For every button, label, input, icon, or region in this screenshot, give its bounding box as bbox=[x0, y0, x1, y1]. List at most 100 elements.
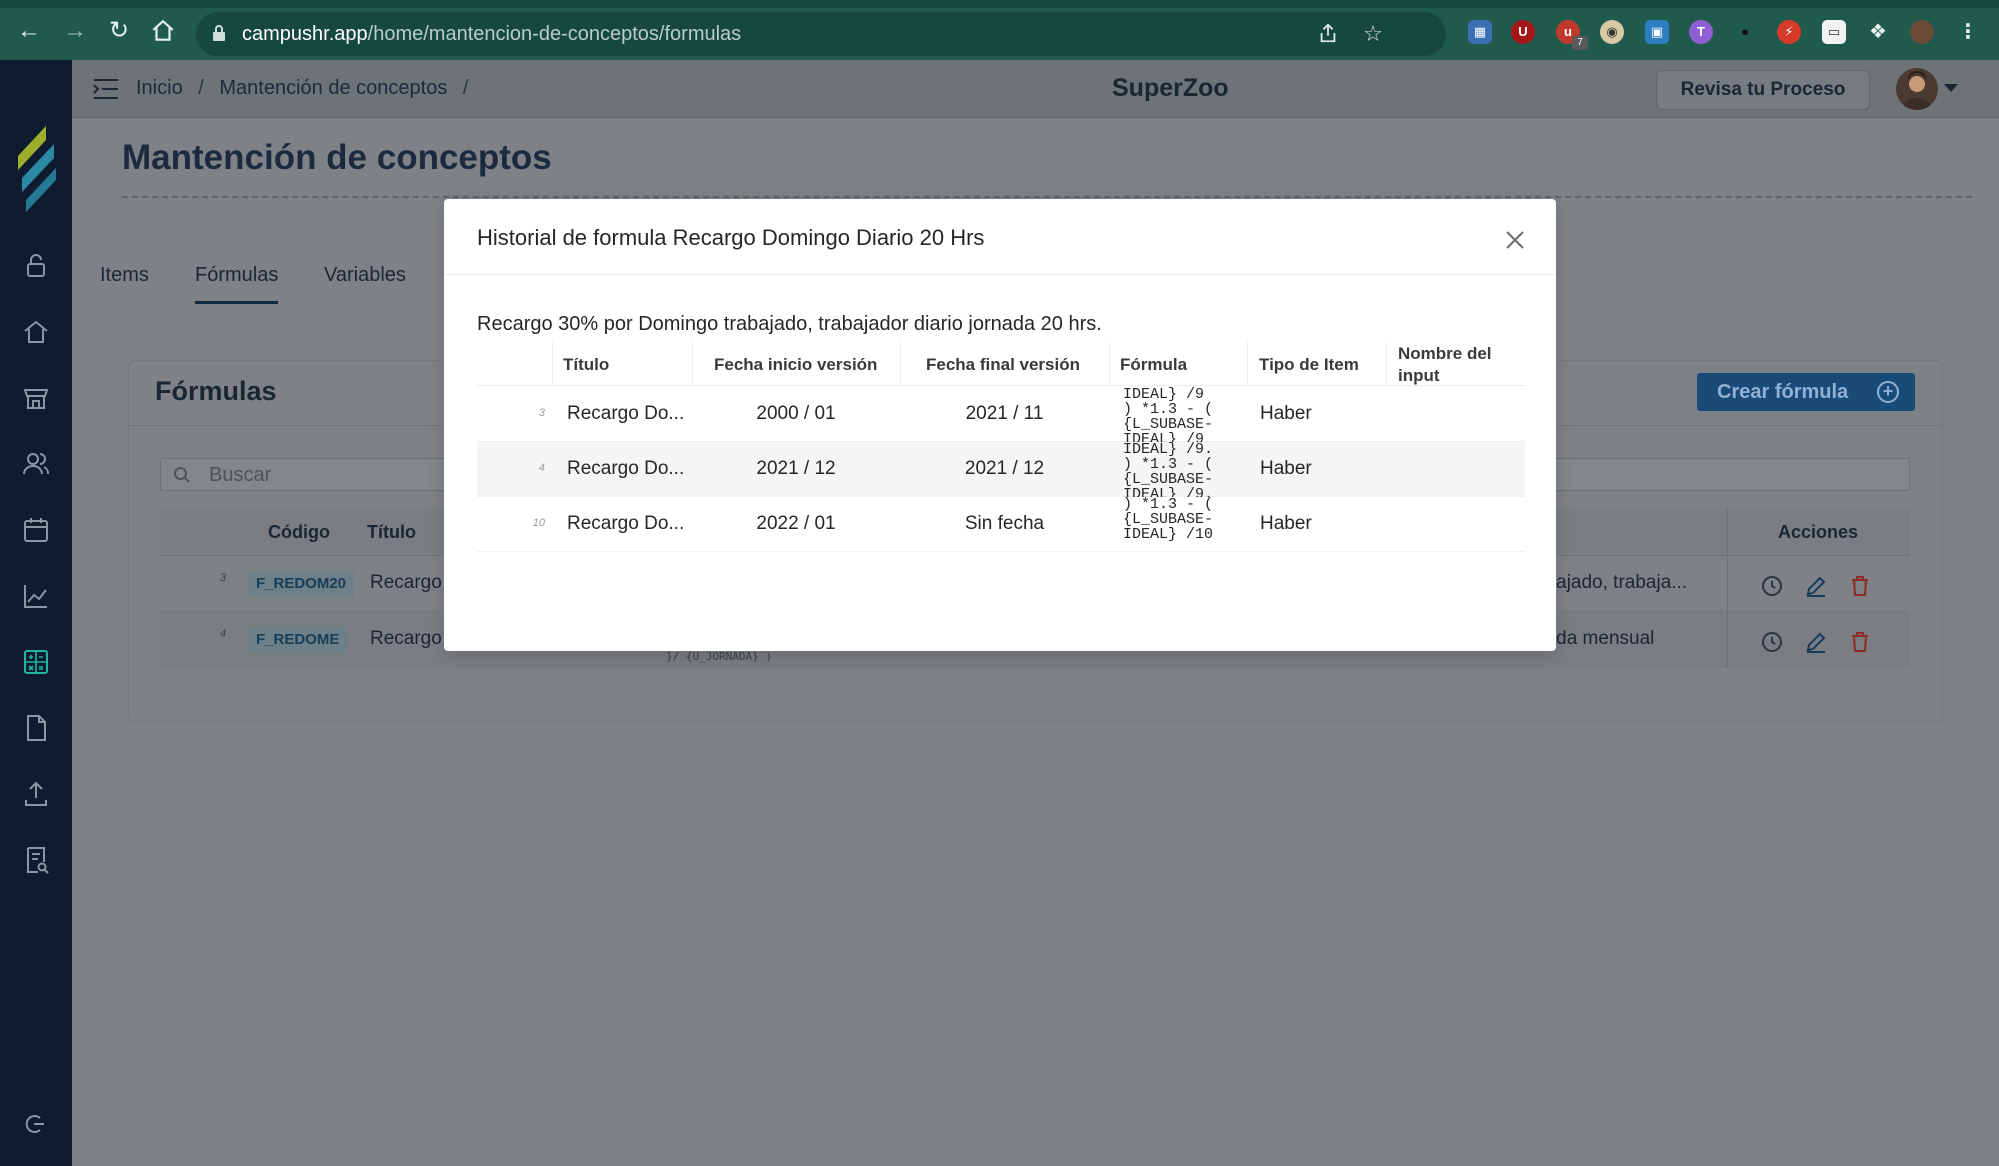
column-divider bbox=[692, 341, 693, 386]
puzzle-icon[interactable]: ❖ bbox=[1866, 20, 1890, 44]
lock-icon bbox=[213, 25, 225, 41]
modal-header: Historial de formula Recargo Domingo Dia… bbox=[444, 199, 1556, 275]
formula-icon[interactable] bbox=[20, 646, 52, 678]
history-row[interactable]: 3 Recargo Do... 2000 / 01 2021 / 11 IDEA… bbox=[477, 387, 1525, 442]
code-badge: F_REDOM20 bbox=[248, 571, 355, 597]
chart-icon[interactable] bbox=[20, 580, 52, 612]
extension-icon-8[interactable]: ⚡ bbox=[1777, 20, 1801, 44]
header-start-date: Fecha inicio versión bbox=[714, 355, 878, 374]
store-icon[interactable] bbox=[20, 382, 52, 414]
breadcrumb-separator: / bbox=[462, 77, 469, 99]
row-description: abajado, trabaja... bbox=[1535, 572, 1688, 593]
row-item-type: Haber bbox=[1260, 458, 1312, 479]
browser-toolbar: ← → ↻ campushr.app/home/mantencion-de-co… bbox=[0, 0, 1999, 60]
breadcrumb-current[interactable]: Mantención de conceptos bbox=[219, 77, 447, 99]
share-icon[interactable] bbox=[1316, 22, 1340, 46]
header-end-date: Fecha final versión bbox=[926, 355, 1080, 374]
more-menu-icon[interactable]: ⋮ bbox=[1956, 20, 1980, 44]
history-row[interactable]: 10 Recargo Do... 2022 / 01 Sin fecha ) *… bbox=[477, 497, 1525, 552]
row-formula: ) *1.3 - ( {L_SUBASE- IDEAL} /10 bbox=[1123, 497, 1214, 543]
row-formula: IDEAL} /9. ) *1.3 - ( {L_SUBASE- IDEAL} … bbox=[1123, 442, 1214, 497]
column-divider bbox=[1386, 341, 1387, 386]
back-icon[interactable]: ← bbox=[14, 16, 44, 46]
plus-circle-icon: + bbox=[1877, 381, 1899, 403]
history-row[interactable]: 4 Recargo Do... 2021 / 12 2021 / 12 IDEA… bbox=[477, 442, 1525, 497]
logout-icon[interactable] bbox=[20, 1108, 52, 1140]
extension-icon-9[interactable]: ▭ bbox=[1822, 20, 1846, 44]
column-divider bbox=[552, 341, 553, 386]
search-icon bbox=[174, 467, 190, 483]
extension-badge: 7 bbox=[1572, 36, 1588, 50]
tab-items[interactable]: Items bbox=[100, 264, 149, 287]
avatar[interactable] bbox=[1896, 68, 1938, 110]
calendar-icon[interactable] bbox=[20, 514, 52, 546]
delete-icon[interactable] bbox=[1848, 630, 1872, 654]
create-formula-button[interactable]: Crear fórmula + bbox=[1697, 373, 1915, 411]
document-icon[interactable] bbox=[20, 712, 52, 744]
history-icon[interactable] bbox=[1760, 574, 1784, 598]
row-formula: IDEAL} /9 ) *1.3 - ( {L_SUBASE- IDEAL} /… bbox=[1123, 387, 1214, 442]
sidebar bbox=[0, 60, 72, 1166]
home-icon[interactable] bbox=[20, 316, 52, 348]
tab-variables[interactable]: Variables bbox=[324, 264, 406, 287]
tab-formulas[interactable]: Fórmulas bbox=[195, 264, 279, 304]
create-formula-label: Crear fórmula bbox=[1717, 381, 1849, 403]
lock-icon[interactable] bbox=[20, 250, 52, 282]
column-divider bbox=[900, 341, 901, 386]
header-title: Título bbox=[367, 522, 416, 542]
upload-icon[interactable] bbox=[20, 778, 52, 810]
row-number: 4 bbox=[538, 462, 545, 474]
users-icon[interactable] bbox=[20, 448, 52, 480]
extension-icon-7[interactable]: ● bbox=[1733, 20, 1757, 44]
app-header: Inicio / Mantención de conceptos / Super… bbox=[72, 60, 1999, 118]
row-number: 10 bbox=[532, 517, 545, 529]
code-badge: F_REDOME bbox=[248, 627, 348, 653]
header-actions: Acciones bbox=[1778, 522, 1859, 542]
title-divider bbox=[122, 196, 1972, 198]
revisa-proceso-button[interactable]: Revisa tu Proceso bbox=[1656, 70, 1870, 110]
actions-column-divider bbox=[1727, 508, 1728, 668]
edit-icon[interactable] bbox=[1804, 574, 1828, 598]
column-divider bbox=[1247, 341, 1248, 386]
header-code: Código bbox=[268, 522, 330, 542]
page-title: Mantención de conceptos bbox=[122, 138, 552, 177]
search-placeholder: Buscar bbox=[209, 464, 272, 486]
extension-icon-5[interactable]: ▣ bbox=[1645, 20, 1669, 44]
breadcrumb-home[interactable]: Inicio bbox=[136, 77, 183, 99]
chevron-down-icon[interactable] bbox=[1944, 84, 1958, 92]
row-title: Recargo Do... bbox=[567, 403, 685, 424]
row-start-date: 2000 / 01 bbox=[756, 403, 836, 424]
breadcrumb: Inicio / Mantención de conceptos / bbox=[136, 77, 478, 100]
formula-history-modal: Historial de formula Recargo Domingo Dia… bbox=[444, 199, 1556, 651]
ublock-icon[interactable]: U bbox=[1511, 20, 1535, 44]
forward-icon[interactable]: → bbox=[60, 16, 90, 46]
row-title: Recargo Do... bbox=[567, 513, 685, 534]
address-bar[interactable]: campushr.app/home/mantencion-de-concepto… bbox=[196, 12, 1446, 56]
delete-icon[interactable] bbox=[1848, 574, 1872, 598]
row-start-date: 2021 / 12 bbox=[756, 458, 836, 479]
menu-toggle-icon[interactable] bbox=[92, 76, 120, 102]
extension-icon-4[interactable]: ◉ bbox=[1600, 20, 1624, 44]
reload-icon[interactable]: ↻ bbox=[104, 16, 134, 46]
close-icon[interactable] bbox=[1504, 229, 1526, 251]
row-number: 3 bbox=[220, 572, 227, 584]
history-table-header: Título Fecha inicio versión Fecha final … bbox=[477, 341, 1525, 386]
home-icon[interactable] bbox=[148, 16, 178, 46]
row-formula: }/ {U_JORNADA} ) bbox=[666, 650, 772, 663]
history-icon[interactable] bbox=[1760, 630, 1784, 654]
extension-icon-6[interactable]: T bbox=[1689, 20, 1713, 44]
modal-title: Historial de formula Recargo Domingo Dia… bbox=[477, 225, 985, 250]
header-title: Título bbox=[563, 355, 610, 374]
edit-icon[interactable] bbox=[1804, 630, 1828, 654]
company-name: SuperZoo bbox=[1112, 74, 1229, 102]
bookmark-star-icon[interactable]: ☆ bbox=[1361, 22, 1385, 46]
row-end-date: Sin fecha bbox=[964, 513, 1045, 534]
row-number: 4 bbox=[220, 628, 227, 640]
card-title: Fórmulas bbox=[155, 376, 277, 406]
extension-icon-1[interactable]: ▦ bbox=[1468, 20, 1492, 44]
header-formula: Fórmula bbox=[1120, 355, 1188, 374]
report-search-icon[interactable] bbox=[20, 844, 52, 876]
breadcrumb-separator: / bbox=[198, 77, 204, 99]
profile-icon[interactable] bbox=[1910, 20, 1934, 44]
row-item-type: Haber bbox=[1260, 403, 1312, 424]
